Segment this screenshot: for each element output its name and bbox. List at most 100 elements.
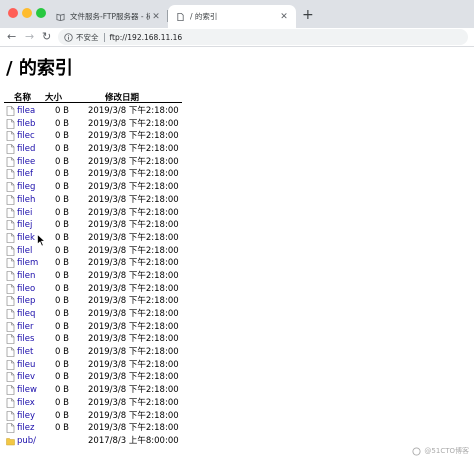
file-size: 0 B [55,232,69,243]
file-size: 0 B [55,169,69,180]
file-date: 2019/3/8 下午2:18:00 [88,118,179,129]
file-row: filei 0 B 2019/3/8 下午2:18:00 [0,207,474,220]
file-link[interactable]: pub/ [17,435,36,448]
file-size: 0 B [55,207,69,218]
file-row: filem 0 B 2019/3/8 下午2:18:00 [0,257,474,270]
page-icon [177,12,184,21]
file-date: 2019/3/8 下午2:18:00 [88,182,179,193]
file-date: 2019/3/8 下午2:18:00 [88,156,179,167]
file-size: 0 B [55,321,69,332]
file-row: fileb 0 B 2019/3/8 下午2:18:00 [0,118,474,131]
file-row: filew 0 B 2019/3/8 下午2:18:00 [0,384,474,397]
book-icon [56,13,65,21]
close-icon[interactable]: ✕ [150,12,162,22]
file-date: 2019/3/8 下午2:18:00 [88,207,179,218]
file-row: filed 0 B 2019/3/8 下午2:18:00 [0,143,474,156]
file-row: fileu 0 B 2019/3/8 下午2:18:00 [0,359,474,372]
watermark-text: @51CTO博客 [424,447,469,455]
tab-title: 文件服务-FTP服务器 - 树明聊 [70,12,150,21]
file-date: 2019/3/8 下午2:18:00 [88,385,179,396]
mouse-cursor-icon [37,234,46,247]
file-row: filek 0 B 2019/3/8 下午2:18:00 [0,232,474,245]
file-row: filet 0 B 2019/3/8 下午2:18:00 [0,346,474,359]
file-size: 0 B [55,220,69,231]
file-date: 2019/3/8 下午2:18:00 [88,410,179,421]
back-icon[interactable]: ← [7,29,16,45]
address-bar[interactable]: 不安全 ftp://192.168.11.16 [58,29,468,45]
file-date: 2019/3/8 下午2:18:00 [88,283,179,294]
tab-strip: 文件服务-FTP服务器 - 树明聊 ✕ / 的索引 ✕ + [0,0,474,28]
file-date: 2019/3/8 下午2:18:00 [88,270,179,281]
file-date: 2019/3/8 下午2:18:00 [88,359,179,370]
file-size: 0 B [55,359,69,370]
file-list: filea 0 B 2019/3/8 下午2:18:00 fileb 0 B 2019/3… [0,105,474,448]
reload-icon[interactable]: ↻ [42,29,51,45]
window-zoom-button[interactable] [36,8,46,18]
toolbar: ← → ↻ 不安全 ftp://192.168.11.16 [0,28,474,47]
file-row: filen 0 B 2019/3/8 下午2:18:00 [0,270,474,283]
file-size: 0 B [55,106,69,116]
file-row: filey 0 B 2019/3/8 下午2:18:00 [0,410,474,423]
file-row: filez 0 B 2019/3/8 下午2:18:00 [0,422,474,435]
file-date: 2019/3/8 下午2:18:00 [88,321,179,332]
file-row: filel 0 B 2019/3/8 下午2:18:00 [0,245,474,258]
file-size: 0 B [55,397,69,408]
file-size: 0 B [55,118,69,129]
file-date: 2019/3/8 下午2:18:00 [88,106,179,116]
page-content: / 的索引 名称 大小 修改日期 filea 0 B 2019/3/8 下午2:18… [0,48,474,460]
tab-index[interactable]: / 的索引 ✕ [168,5,296,28]
file-row: pub/2017/8/3 上午8:00:00 [0,435,474,448]
file-row: filep 0 B 2019/3/8 下午2:18:00 [0,295,474,308]
security-label: 不安全 [76,32,99,42]
file-size: 0 B [55,283,69,294]
file-size: 0 B [55,245,69,256]
file-size: 0 B [55,156,69,167]
file-date: 2019/3/8 下午2:18:00 [88,144,179,155]
file-date: 2019/3/8 下午2:18:00 [88,397,179,408]
file-date: 2019/3/8 下午2:18:00 [88,372,179,383]
file-size: 0 B [55,385,69,396]
file-date: 2019/3/8 下午2:18:00 [88,232,179,243]
tab-ftp-server[interactable]: 文件服务-FTP服务器 - 树明聊 ✕ [48,5,168,28]
file-size: 0 B [55,144,69,155]
file-date: 2019/3/8 下午2:18:00 [88,258,179,269]
window-close-button[interactable] [8,8,18,18]
header-divider [4,102,182,103]
file-date: 2019/3/8 下午2:18:00 [88,169,179,180]
file-date: 2019/3/8 下午2:18:00 [88,296,179,307]
file-row: fileq 0 B 2019/3/8 下午2:18:00 [0,308,474,321]
file-row: filev 0 B 2019/3/8 下午2:18:00 [0,371,474,384]
watermark: @51CTO博客 [412,446,469,456]
file-size: 0 B [55,309,69,319]
file-row: filea 0 B 2019/3/8 下午2:18:00 [0,105,474,118]
new-tab-button[interactable]: + [302,8,314,22]
close-icon[interactable]: ✕ [278,12,290,22]
file-size: 0 B [55,182,69,193]
file-date: 2019/3/8 下午2:18:00 [88,245,179,256]
file-size: 0 B [55,270,69,281]
file-date: 2019/3/8 下午2:18:00 [88,309,179,319]
omnibox-separator [103,32,105,42]
file-size: 0 B [55,194,69,205]
info-icon[interactable] [64,32,73,42]
file-row: filec 0 B 2019/3/8 下午2:18:00 [0,130,474,143]
file-date: 2019/3/8 下午2:18:00 [88,334,179,345]
file-size: 0 B [55,296,69,307]
file-row: fileh 0 B 2019/3/8 下午2:18:00 [0,194,474,207]
file-date: 2019/3/8 下午2:18:00 [88,220,179,231]
file-size: 0 B [55,347,69,358]
file-date: 2019/3/8 下午2:18:00 [88,423,179,434]
file-size: 0 B [55,131,69,142]
file-date: 2019/3/8 下午2:18:00 [88,194,179,205]
file-row: filef 0 B 2019/3/8 下午2:18:00 [0,168,474,181]
file-size: 0 B [55,410,69,421]
file-row: fileo 0 B 2019/3/8 下午2:18:00 [0,283,474,296]
forward-icon[interactable]: → [25,29,34,45]
file-size: 0 B [55,258,69,269]
tab-title: / 的索引 [190,12,218,21]
file-row: filex 0 B 2019/3/8 下午2:18:00 [0,397,474,410]
file-size: 0 B [55,423,69,434]
page-title: / 的索引 [6,58,73,79]
window-minimize-button[interactable] [22,8,32,18]
file-row: fileg 0 B 2019/3/8 下午2:18:00 [0,181,474,194]
